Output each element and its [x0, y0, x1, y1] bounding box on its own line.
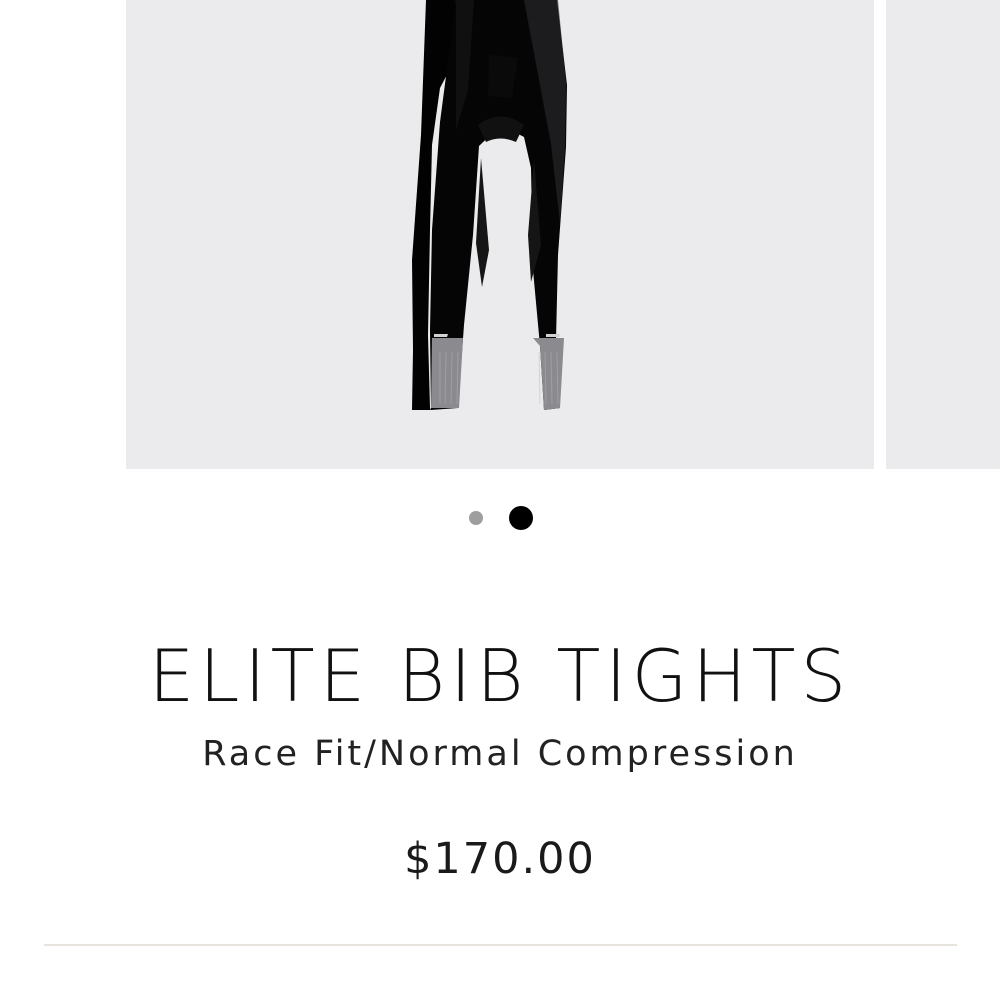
product-fit-description: Race Fit/Normal Compression	[202, 734, 798, 774]
bib-tights-product-image	[412, 0, 567, 410]
active-gallery-slide[interactable]	[126, 0, 972, 469]
product-title: ELITE BIB TIGHTS	[148, 634, 852, 719]
product-image-gallery[interactable]	[0, 0, 1000, 470]
product-price: $170.00	[404, 834, 596, 884]
next-gallery-slide-preview[interactable]	[886, 0, 1000, 469]
gallery-dot-1[interactable]	[469, 511, 483, 525]
product-page: ELITE BIB TIGHTS Race Fit/Normal Compres…	[0, 0, 1000, 1000]
gallery-dot-2-active[interactable]	[509, 506, 533, 530]
gallery-pagination	[0, 506, 1000, 530]
section-divider	[44, 944, 957, 946]
